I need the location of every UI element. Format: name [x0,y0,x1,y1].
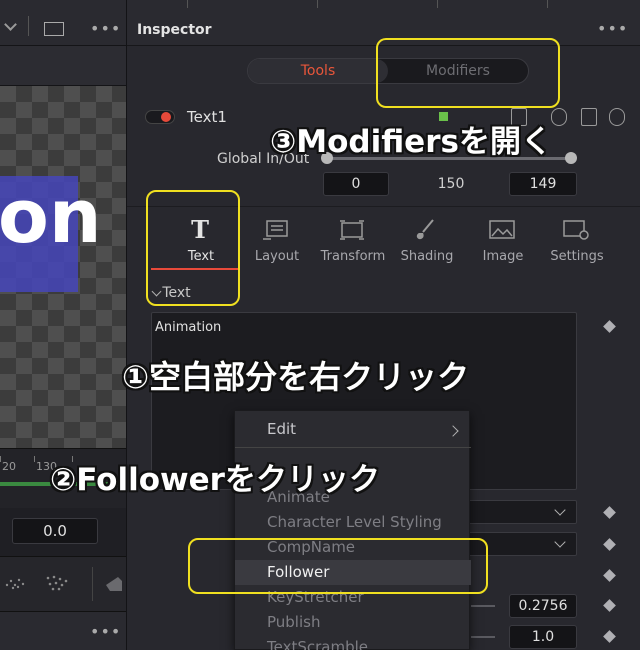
settings-icon [563,220,589,240]
annotation-step-1: ①空白部分を右クリック [122,358,470,396]
time-field[interactable]: 0.0 [12,518,98,544]
highlight-text-tab [146,190,240,306]
tool-strip [0,556,126,612]
chevron-down-icon [554,536,566,548]
keyframe-icon[interactable] [603,320,616,333]
menu-item-edit[interactable]: Edit [235,417,471,442]
highlight-follower [188,538,488,594]
keyframe-icon[interactable] [603,506,616,519]
inspector-title: Inspector [137,22,212,38]
window-icon[interactable] [44,22,64,36]
annotation-step-3: ③Modifiersを開く [270,124,552,160]
context-menu: Edit Animate Character Level Styling Com… [234,410,471,650]
grid-points-icon[interactable] [44,573,70,591]
viewer-text-preview: on [0,174,102,260]
global-duration: 150 [437,176,465,192]
viewer-toolbar: ••• [0,0,126,46]
left-bottom-bar: ••• [0,612,126,650]
top-strip [127,0,640,8]
menu-item-textscramble[interactable]: TextScramble [235,635,471,650]
divider [28,16,29,36]
highlight-modifiers [376,38,560,108]
tab-tools[interactable]: Tools [248,59,388,83]
slider-track[interactable] [471,636,495,638]
annotation-step-2: ②Followerをクリック [50,462,380,498]
menu-item-character-level-styling[interactable]: Character Level Styling [235,510,471,535]
global-out-handle[interactable] [565,152,577,164]
image-icon [489,220,515,239]
transform-icon [340,220,364,240]
chevron-down-icon [554,504,566,516]
animation-label: Animation [155,320,222,335]
ruler-label: 20 [2,460,16,473]
pin-icon[interactable] [551,108,567,126]
slider-track[interactable] [471,605,495,607]
value-field[interactable]: 0.2756 [509,594,577,618]
node-enable-indicator [161,112,171,122]
more-options-icon[interactable]: ••• [597,19,628,38]
keyframe-icon[interactable] [603,630,616,643]
brush-icon [416,219,434,240]
global-out-field[interactable]: 149 [509,172,577,196]
reset-icon[interactable] [609,108,625,126]
menu-item-publish[interactable]: Publish [235,610,471,635]
value-field[interactable]: 1.0 [509,625,577,649]
layout-icon [263,220,288,240]
divider [92,567,93,601]
menu-separator [235,447,471,448]
keyframe-icon[interactable] [603,599,616,612]
particles-icon[interactable] [4,573,26,591]
dropdown-field[interactable] [467,500,577,524]
viewer-panel: ••• on 20 130 0.0 ••• [0,0,126,650]
node-name: Text1 [187,108,227,126]
chevron-down-icon[interactable] [4,18,17,31]
viewer-subbar [0,46,126,86]
tab-label: Settings [550,249,604,264]
more-options-icon[interactable]: ••• [90,19,121,38]
global-in-field[interactable]: 0 [323,172,389,196]
keyframe-icon[interactable] [603,538,616,551]
shape-3d-icon[interactable] [104,573,124,593]
more-options-icon[interactable]: ••• [90,622,121,641]
keyframe-icon[interactable] [603,569,616,582]
lock-icon[interactable] [581,108,597,126]
tab-settings[interactable]: Settings [531,207,623,285]
